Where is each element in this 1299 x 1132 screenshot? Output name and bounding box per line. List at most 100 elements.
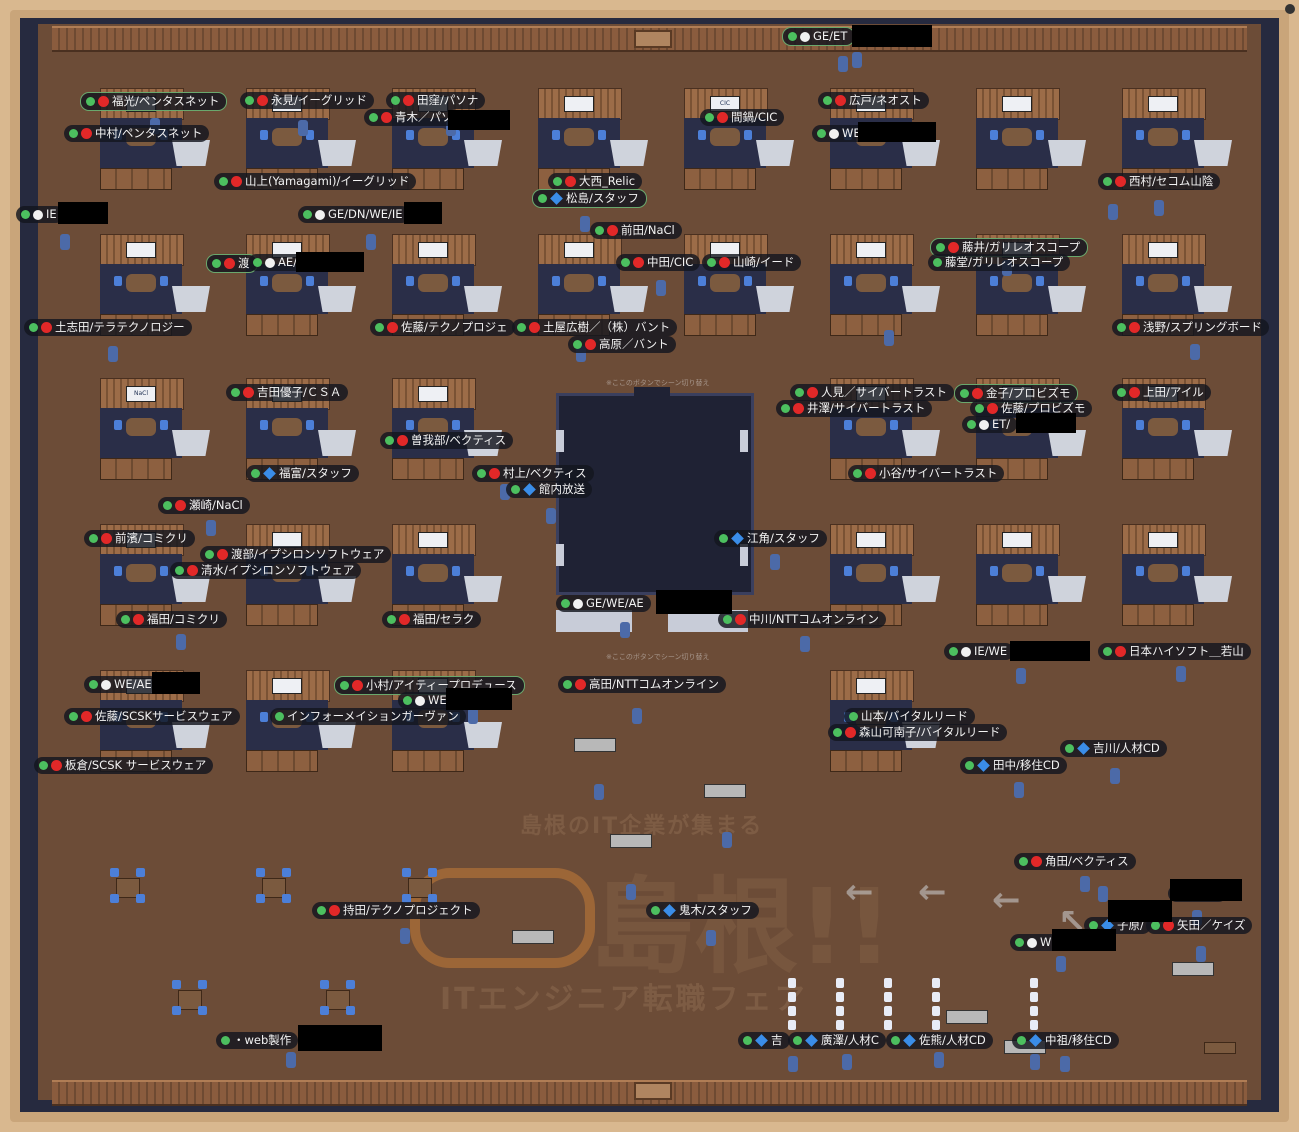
booth[interactable]: NaCl [100,378,210,480]
avatar[interactable] [594,784,604,800]
player-name-tag[interactable]: 上田/アイル [1112,384,1211,401]
booth-logo-sign[interactable] [418,532,448,548]
player-name-tag[interactable]: 瀬崎/NaCl [158,497,250,514]
audience-seat[interactable] [1030,992,1038,1002]
booth-whiteboard[interactable] [318,576,356,602]
booth-whiteboard[interactable] [756,286,794,312]
player-name-tag[interactable]: 中祖/移住CD [1012,1032,1119,1049]
booth-whiteboard[interactable] [318,722,356,748]
avatar[interactable] [1190,344,1200,360]
booth-logo-sign[interactable] [272,678,302,694]
booth-whiteboard[interactable] [756,140,794,166]
player-name-tag[interactable]: 吉川/人材CD [1060,740,1167,757]
avatar[interactable] [1154,200,1164,216]
player-name-tag[interactable]: 廣澤/人材C [788,1032,886,1049]
booth-logo-sign[interactable]: NaCl [126,386,156,402]
booth-logo-sign[interactable] [1148,242,1178,258]
player-name-tag[interactable]: 前田/NaCl [590,222,682,239]
player-name-tag[interactable]: 森山可南子/バイタルリード [828,724,1008,741]
player-name-tag[interactable]: 村上/ベクティス [472,465,594,482]
booth-whiteboard[interactable] [902,576,940,602]
signpost[interactable] [610,834,652,848]
booth-whiteboard[interactable] [902,140,940,166]
audience-seat[interactable] [884,1006,892,1016]
booth[interactable] [246,234,356,336]
signpost[interactable] [512,930,554,944]
avatar[interactable] [286,1052,296,1068]
player-name-tag[interactable]: 小谷/サイバートラスト [848,465,1005,482]
avatar[interactable] [934,1052,944,1068]
player-name-tag[interactable]: 角田/ベクティス [1014,853,1136,870]
avatar[interactable] [620,622,630,638]
avatar[interactable] [1110,768,1120,784]
avatar[interactable] [656,280,666,296]
audience-seat[interactable] [788,1020,796,1030]
avatar[interactable] [1196,946,1206,962]
booth-logo-sign[interactable] [564,96,594,112]
avatar[interactable] [722,832,732,848]
player-name-tag[interactable]: GE/DN/WE/IE [298,206,410,223]
avatar[interactable] [706,930,716,946]
bottom-door[interactable] [634,1082,672,1100]
player-name-tag[interactable]: GE/ET [782,27,856,46]
booth-whiteboard[interactable] [1048,140,1086,166]
booth[interactable] [830,234,940,336]
player-name-tag[interactable]: 曽我部/ベクティス [380,432,514,449]
audience-seat[interactable] [1030,1020,1038,1030]
player-name-tag[interactable]: 日本ハイソフト＿若山 [1098,643,1251,660]
avatar[interactable] [838,56,848,72]
player-name-tag[interactable]: 大西_Relic [548,173,643,190]
player-name-tag[interactable]: IE/WE [944,643,1015,660]
audience-seat[interactable] [884,978,892,988]
booth[interactable] [392,524,502,626]
avatar[interactable] [366,234,376,250]
booth-whiteboard[interactable] [902,430,940,456]
booth-whiteboard[interactable] [1194,576,1232,602]
player-name-tag[interactable]: 佐藤/テクノプロジェ [370,319,515,336]
avatar[interactable] [580,216,590,232]
booth-logo-sign[interactable] [1002,532,1032,548]
booth[interactable] [392,378,502,480]
audience-seat[interactable] [1030,978,1038,988]
booth-whiteboard[interactable] [902,286,940,312]
player-name-tag[interactable]: ・web製作 [216,1032,299,1049]
booth-logo-sign[interactable] [1148,96,1178,112]
player-name-tag[interactable]: 永見/イーグリッド [240,92,374,109]
booth-logo-sign[interactable] [1148,532,1178,548]
avatar[interactable] [1014,782,1024,798]
player-name-tag[interactable]: 吉田優子/ＣＳＡ [226,384,349,401]
player-name-tag[interactable]: 中田/CIC [616,254,701,271]
player-name-tag[interactable]: GE/WE/AE [556,595,651,612]
player-name-tag[interactable]: 館内放送 [506,481,592,498]
booth-whiteboard[interactable] [1048,286,1086,312]
avatar[interactable] [1030,1054,1040,1070]
player-name-tag[interactable]: 吉 [738,1032,790,1049]
player-name-tag[interactable]: 清水/イプシロンソフトウェア [170,562,362,579]
booth-whiteboard[interactable] [464,140,502,166]
menu-icon[interactable] [1285,4,1295,14]
avatar[interactable] [1060,1056,1070,1072]
booth-whiteboard[interactable] [172,722,210,748]
player-name-tag[interactable]: 浅野/スプリングボード [1112,319,1269,336]
avatar[interactable] [206,520,216,536]
avatar[interactable] [108,346,118,362]
booth-whiteboard[interactable] [464,722,502,748]
audience-seat[interactable] [788,992,796,1002]
avatar[interactable] [842,1054,852,1070]
booth-whiteboard[interactable] [172,286,210,312]
player-name-tag[interactable]: 高原／バント [568,336,676,353]
booth-whiteboard[interactable] [1194,140,1232,166]
player-name-tag[interactable]: 福田/コミクリ [116,611,227,628]
player-name-tag[interactable]: 渡部/イプシロンソフトウェア [200,546,392,563]
player-name-tag[interactable]: 佐熊/人材CD [886,1032,993,1049]
booth-logo-sign[interactable] [856,532,886,548]
avatar[interactable] [298,120,308,136]
player-name-tag[interactable]: 土志田/テラテクノロジー [24,319,192,336]
player-name-tag[interactable]: 人見／サイバートラスト [790,384,955,401]
player-name-tag[interactable]: 福田/セラク [382,611,482,628]
player-name-tag[interactable]: 板倉/SCSK サービスウェア [34,757,214,774]
avatar[interactable] [770,554,780,570]
avatar[interactable] [60,234,70,250]
booth-logo-sign[interactable] [418,242,448,258]
booth[interactable] [976,524,1086,626]
